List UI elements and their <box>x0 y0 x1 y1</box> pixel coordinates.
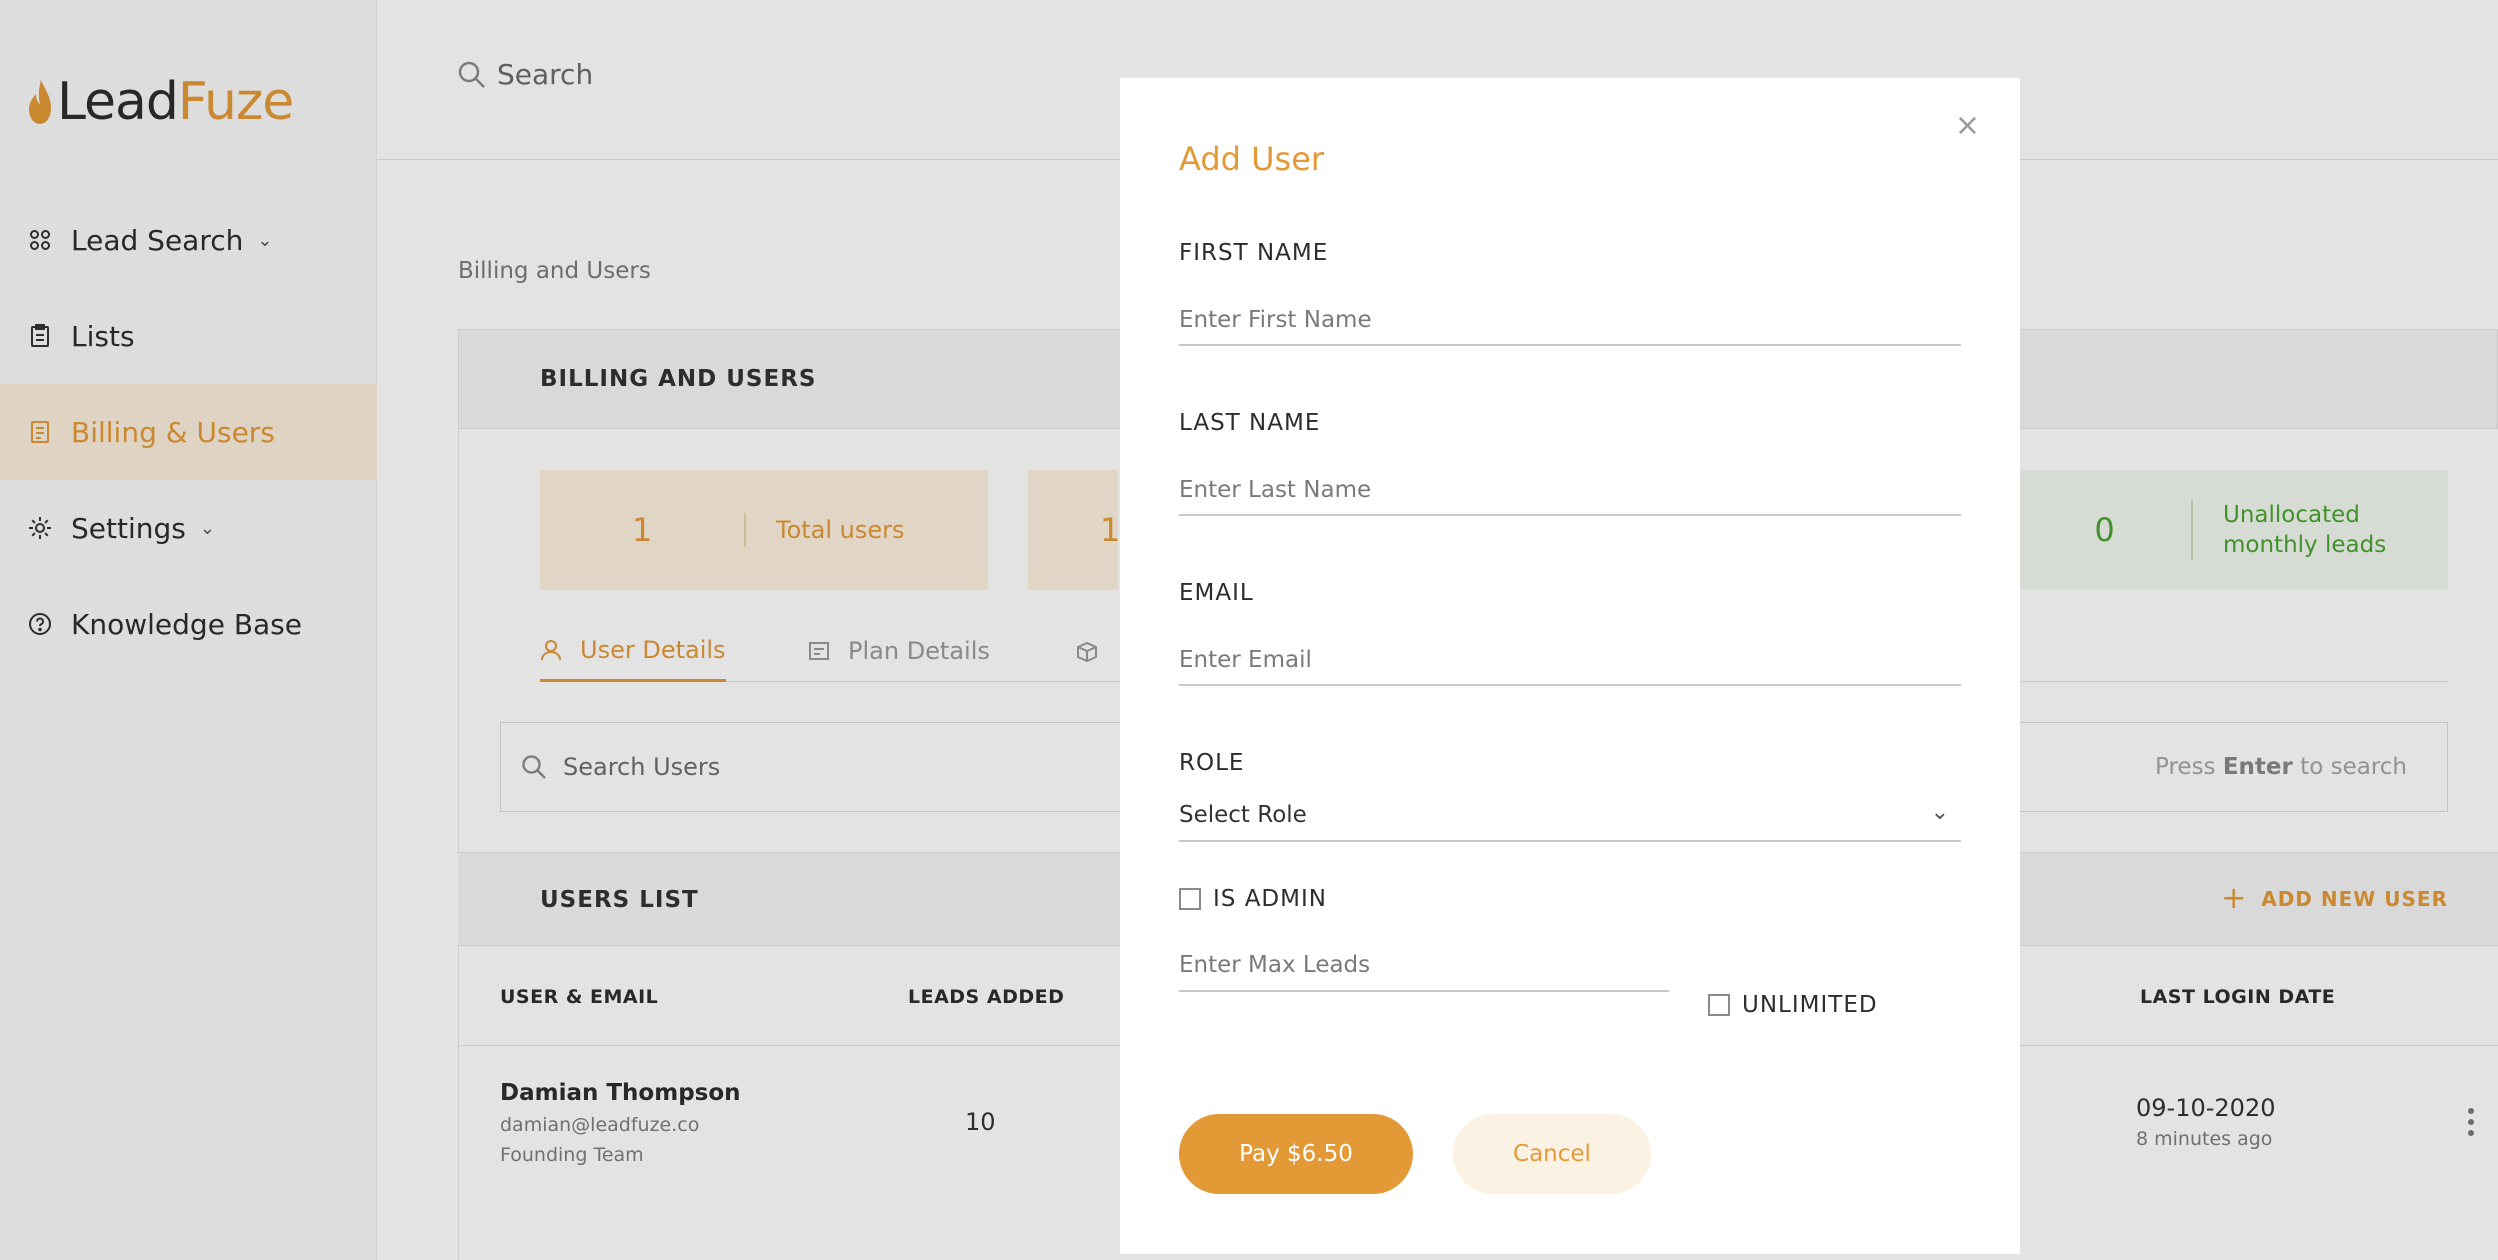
first-name-label: FIRST NAME <box>1179 240 1329 266</box>
modal-title: Add User <box>1179 140 1325 178</box>
pay-button[interactable]: Pay $6.50 <box>1179 1114 1413 1194</box>
role-selected-value: Select Role <box>1179 802 1307 828</box>
email-label: EMAIL <box>1179 580 1254 606</box>
cancel-button[interactable]: Cancel <box>1453 1114 1651 1194</box>
last-name-field[interactable] <box>1179 466 1961 516</box>
checkbox-box <box>1708 994 1730 1016</box>
is-admin-label: IS ADMIN <box>1213 886 1327 912</box>
unlimited-checkbox[interactable]: UNLIMITED <box>1708 992 1878 1018</box>
unlimited-label: UNLIMITED <box>1742 992 1878 1018</box>
role-select[interactable]: Select Role ⌄ <box>1179 790 1961 842</box>
add-user-modal: × Add User FIRST NAME LAST NAME EMAIL RO… <box>1120 78 2020 1254</box>
checkbox-box <box>1179 888 1201 910</box>
email-field[interactable] <box>1179 636 1961 686</box>
first-name-field[interactable] <box>1179 296 1961 346</box>
role-label: ROLE <box>1179 750 1245 776</box>
close-icon[interactable]: × <box>1955 108 1980 143</box>
is-admin-checkbox[interactable]: IS ADMIN <box>1179 886 1327 912</box>
max-leads-field[interactable] <box>1179 940 1669 992</box>
last-name-label: LAST NAME <box>1179 410 1321 436</box>
chevron-down-icon: ⌄ <box>1930 800 1949 825</box>
